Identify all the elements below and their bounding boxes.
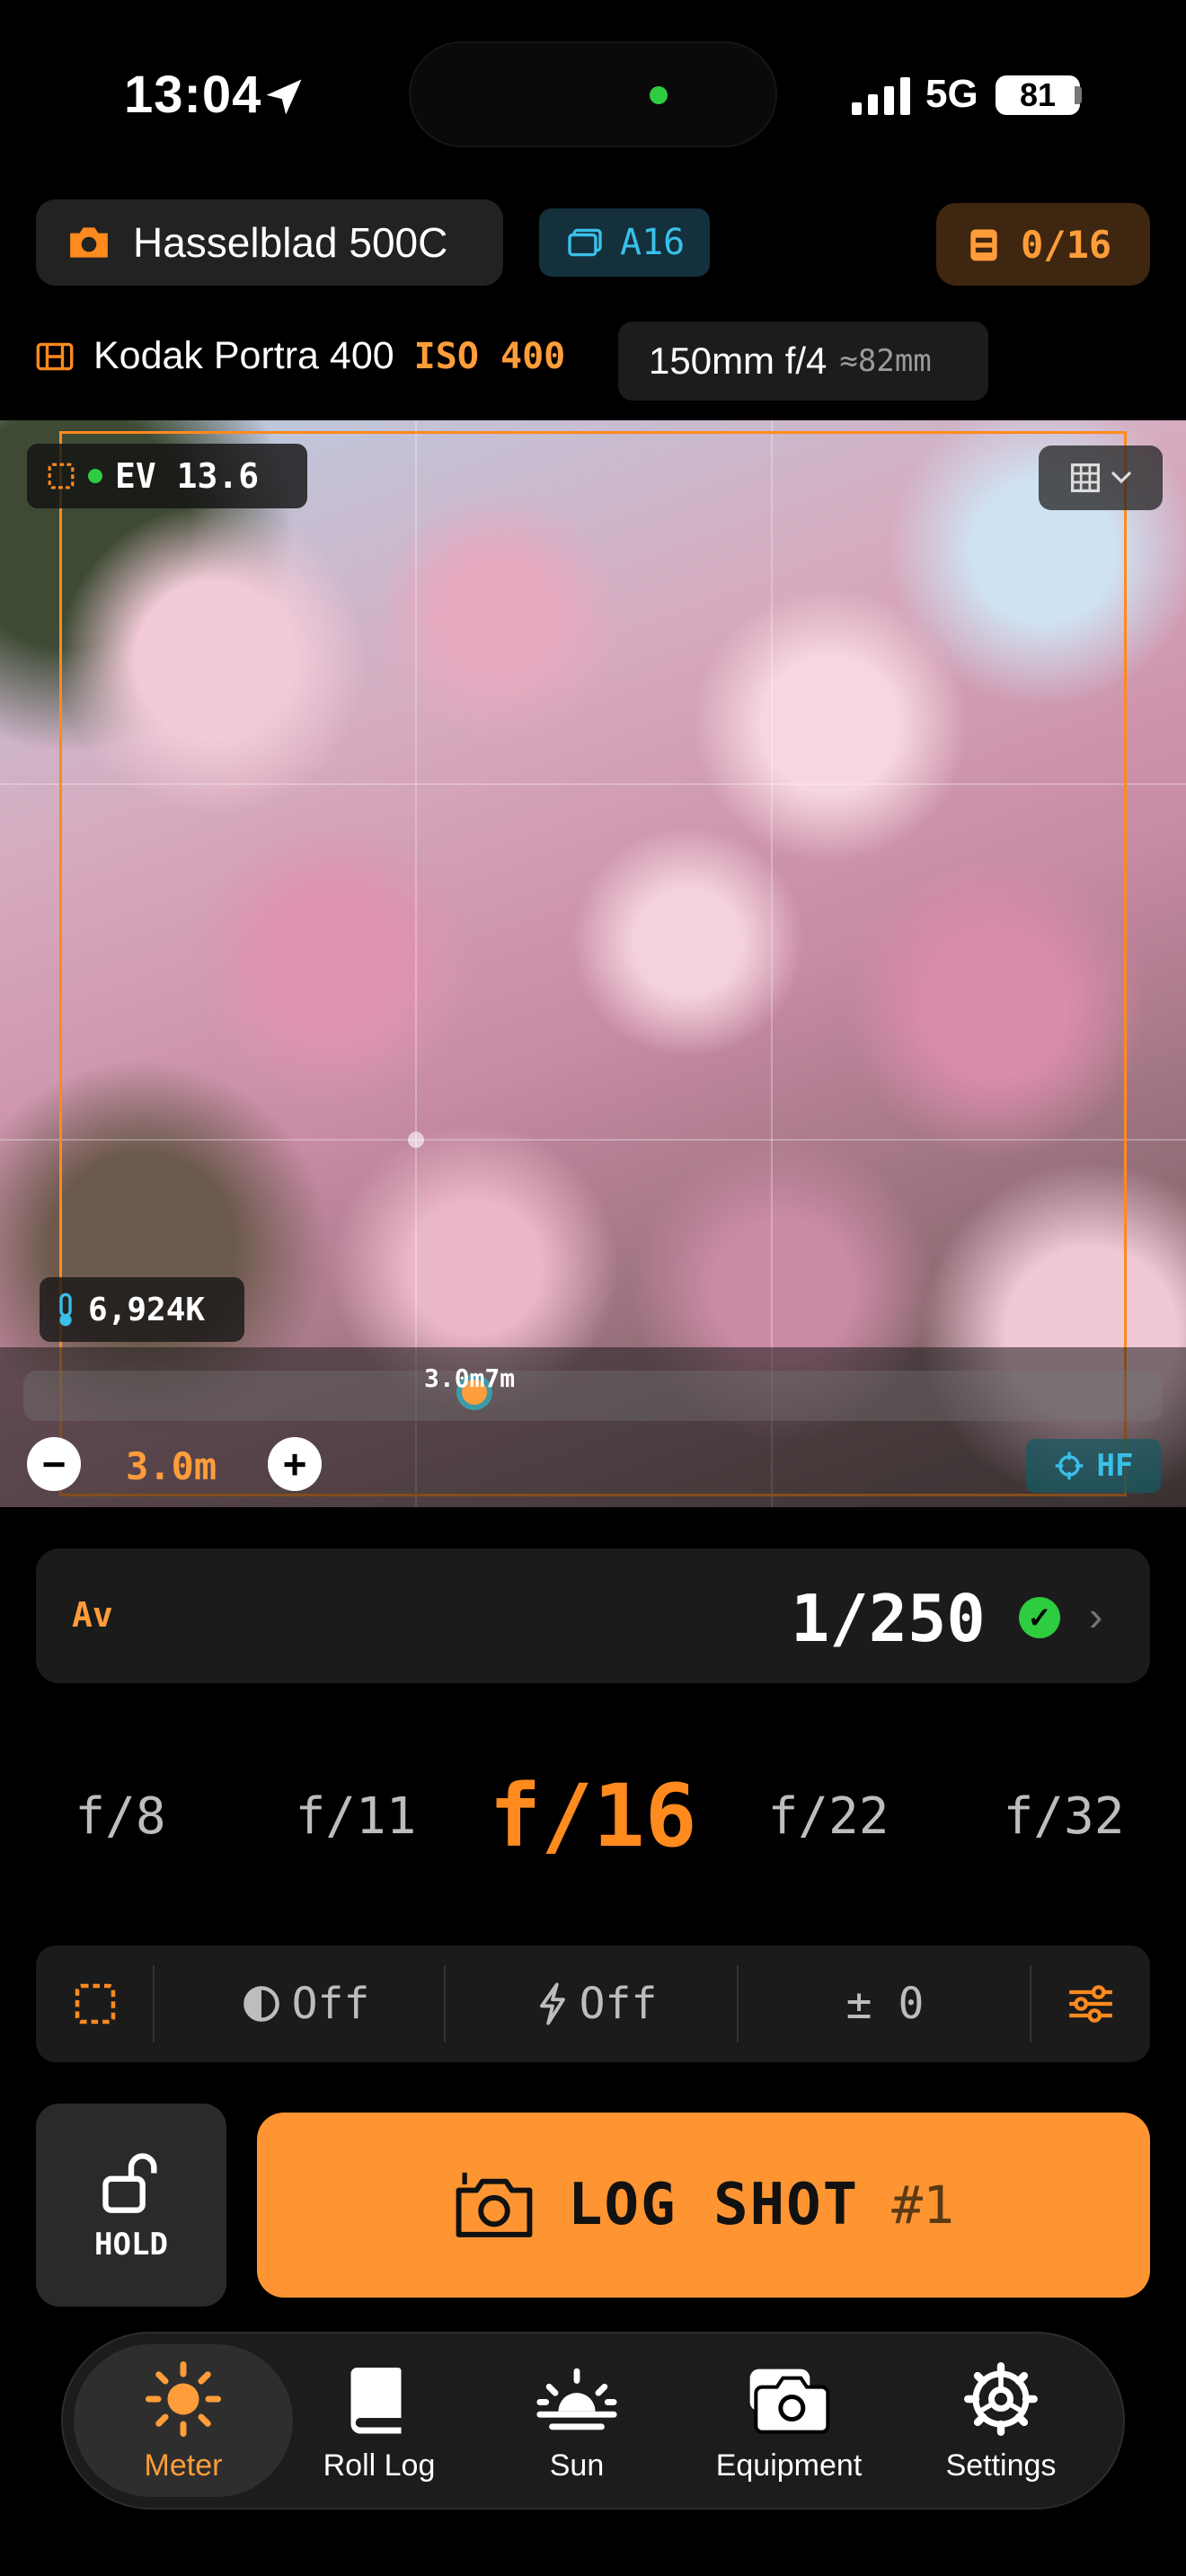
book-icon [350,2368,402,2434]
camera-name: Hasselblad 500C [133,219,448,266]
tab-settings[interactable]: Settings [902,2359,1100,2483]
tab-label: Roll Log [323,2448,436,2483]
chevron-right-icon: › [1089,1592,1103,1639]
selected-aperture[interactable]: f/16 [467,1766,719,1866]
ev-value: EV 13.6 [115,456,260,496]
aperture-option[interactable]: f/22 [739,1787,918,1846]
focus-range-label: 3.0m7m [424,1363,516,1393]
chevron-down-icon [1111,471,1132,484]
aperture-option[interactable]: f/32 [974,1787,1154,1846]
kelvin-value: 6,924K [88,1291,206,1328]
tab-label: Meter [144,2448,223,2483]
tab-roll-log[interactable]: Roll Log [280,2359,478,2483]
gear-icon [964,2362,1038,2436]
hold-button[interactable]: HOLD [36,2104,226,2307]
lens-equivalent: ≈82mm [839,343,932,379]
film-back-selector[interactable]: A16 [539,208,710,277]
tab-meter[interactable]: Meter [84,2359,282,2483]
hold-label: HOLD [94,2227,168,2263]
battery-tip [1075,86,1082,104]
white-balance-readout: 6,924K [40,1277,244,1342]
status-time: 13:04 [124,66,262,124]
film-stock-selector[interactable]: Kodak Portra 400 ISO 400 [36,334,565,378]
focus-distance: 3.0m [126,1444,217,1488]
log-shot-button[interactable]: LOG SHOT #1 [257,2113,1150,2298]
frame-count: 0/16 [1021,222,1112,267]
frame-counter[interactable]: 0/16 [936,203,1150,286]
contrast-icon [243,1986,279,2022]
iso-label: ISO 400 [413,335,566,377]
unlock-icon [102,2153,157,2213]
focus-decrease-button[interactable]: − [27,1437,81,1491]
spot-meter-icon [75,1983,116,2025]
camera-icon [70,227,108,258]
location-arrow-icon [266,79,302,115]
log-shot-label: LOG SHOT [567,2172,860,2238]
focus-slider-track[interactable] [23,1371,1163,1421]
sunset-icon [536,2368,617,2430]
divider [444,1965,446,2042]
flash-icon [539,1982,565,2025]
filter-value: Off [291,1979,370,2029]
divider [737,1965,739,2042]
film-strip-icon [36,342,74,370]
log-shot-count: #1 [891,2175,955,2236]
camera-add-icon [456,2172,533,2237]
hyperfocal-button[interactable]: HF [1026,1439,1161,1493]
divider [153,1965,155,2042]
metering-mode-button[interactable] [54,1976,137,2032]
spot-meter-icon [48,463,75,490]
grid-toggle-button[interactable] [1039,446,1163,510]
lens-selector[interactable]: 150mm f/4 ≈82mm [618,322,988,401]
film-back-label: A16 [620,222,686,263]
filter-button[interactable]: Off [171,1976,440,2032]
tab-label: Sun [549,2448,605,2483]
aperture-option[interactable]: f/11 [266,1787,446,1846]
film-name: Kodak Portra 400 [93,334,394,377]
crosshair-icon [1055,1451,1083,1480]
hyperfocal-label: HF [1096,1448,1134,1484]
camera-selector[interactable]: Hasselblad 500C [36,199,503,286]
tab-label: Equipment [715,2448,863,2483]
tab-label: Settings [945,2448,1057,2483]
exposure-mode: Av [72,1595,113,1635]
film-back-icon [568,228,602,257]
divider [1030,1965,1031,2042]
lens-label: 150mm f/4 [649,340,828,382]
cameras-icon [749,2369,830,2434]
check-icon: ✓ [1019,1597,1060,1638]
cellular-signal-icon [852,77,910,115]
thermometer-icon [59,1292,72,1327]
battery-level: 81 [996,75,1080,115]
camera-indicator-dot [650,86,668,104]
sliders-icon [1069,1985,1112,2023]
ev-readout[interactable]: EV 13.6 [27,444,307,508]
compensation-value: ± 0 [845,1979,925,2029]
focus-increase-button[interactable]: + [268,1437,322,1491]
exposure-compensation-button[interactable]: ± 0 [755,1976,1015,2032]
dynamic-island [409,41,777,147]
shutter-speed: 1/250 [791,1581,986,1656]
flash-button[interactable]: Off [462,1976,731,2032]
aperture-option[interactable]: f/8 [31,1787,210,1846]
tab-equipment[interactable]: Equipment [690,2359,888,2483]
flash-value: Off [579,1979,658,2029]
adjustments-button[interactable] [1049,1976,1132,2032]
grid-icon [1070,463,1101,493]
meter-active-dot [88,469,102,483]
tab-sun[interactable]: Sun [478,2359,676,2483]
film-canister-icon [970,229,997,261]
sun-icon [146,2361,221,2437]
network-type: 5G [925,72,978,116]
